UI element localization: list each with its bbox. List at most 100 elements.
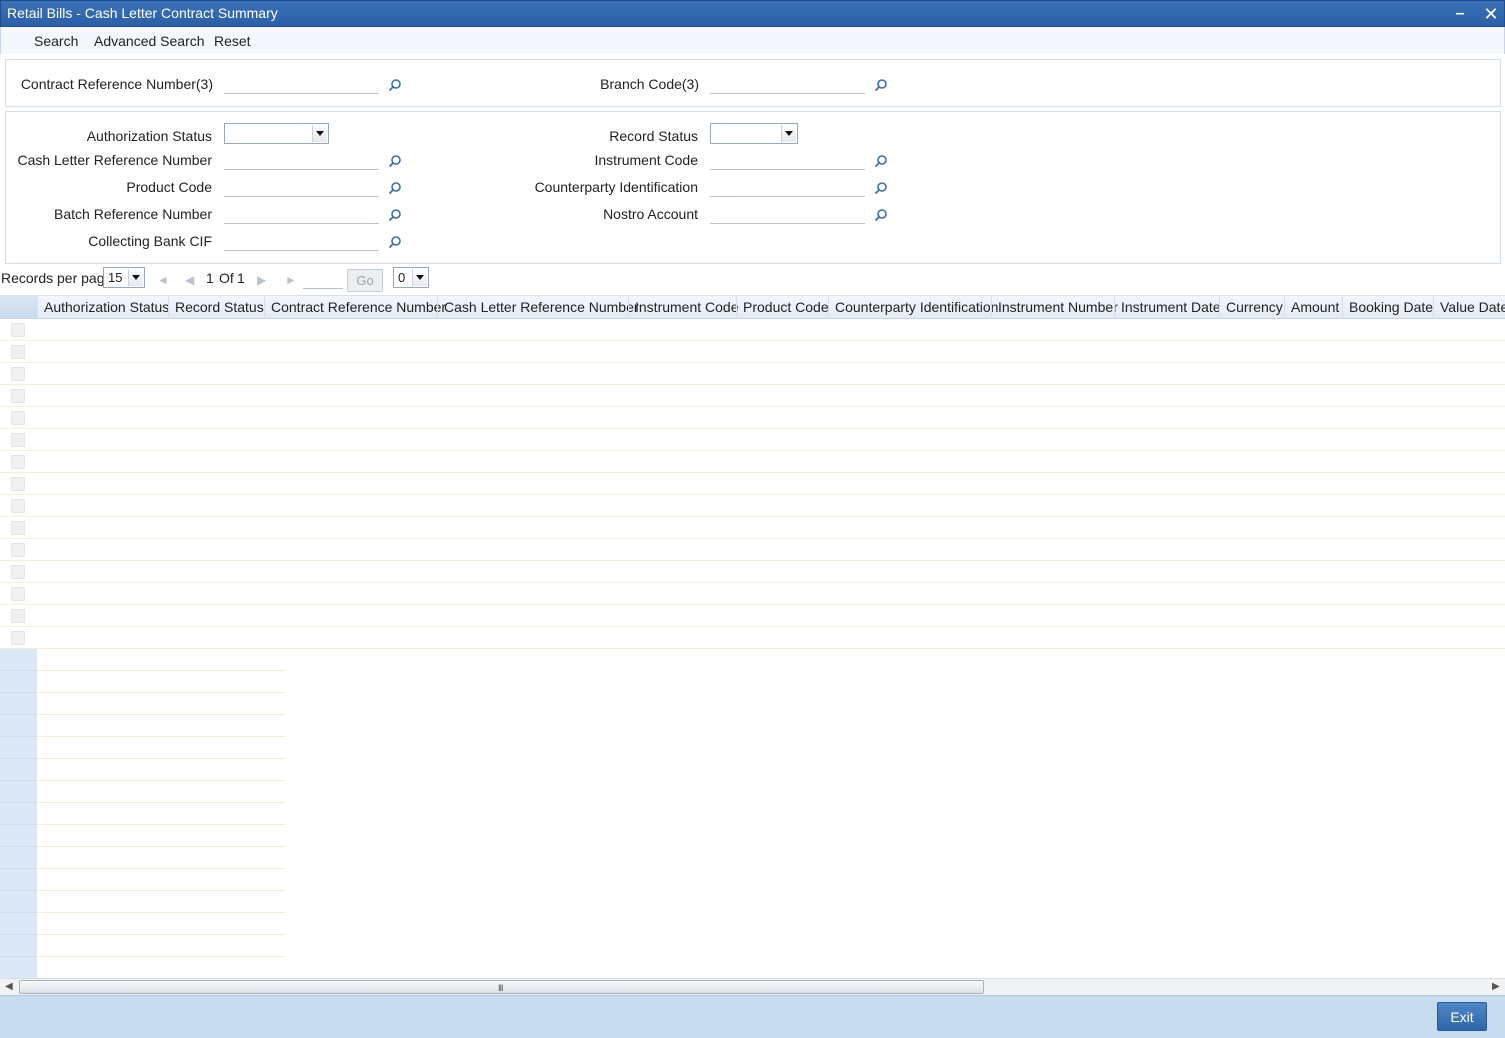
horizontal-scrollbar[interactable]: ◀ III ▶ — [0, 978, 1505, 995]
advanced-search-button[interactable]: Advanced Search — [94, 33, 205, 49]
row-selector — [0, 759, 37, 781]
nostro-account-input[interactable] — [710, 204, 865, 224]
product-code-input[interactable] — [224, 177, 379, 197]
row-body — [37, 759, 286, 781]
table-row[interactable] — [0, 605, 1505, 627]
search-button[interactable]: Search — [34, 33, 78, 49]
exit-button[interactable]: Exit — [1437, 1002, 1487, 1031]
instrument-code-search-icon[interactable] — [874, 154, 888, 168]
record-status-select[interactable] — [710, 123, 798, 144]
column-header[interactable]: Product Code — [736, 296, 829, 319]
collecting-bank-cif-label: Collecting Bank CIF — [88, 233, 212, 249]
table-row[interactable] — [0, 539, 1505, 561]
row-checkbox[interactable] — [11, 367, 25, 381]
reset-button[interactable]: Reset — [214, 33, 251, 49]
table-row[interactable] — [0, 385, 1505, 407]
first-page-icon[interactable]: ◄ — [157, 274, 169, 286]
row-checkbox[interactable] — [11, 521, 25, 535]
column-header[interactable]: Currency — [1219, 296, 1284, 319]
record-status-label: Record Status — [609, 128, 698, 144]
row-checkbox[interactable] — [11, 477, 25, 491]
column-header[interactable]: Instrument Date — [1114, 296, 1221, 319]
authorization-status-select[interactable] — [224, 123, 329, 144]
column-header[interactable]: Instrument Number — [991, 296, 1118, 319]
table-row[interactable] — [0, 473, 1505, 495]
table-row[interactable] — [0, 451, 1505, 473]
branch-code-search-icon[interactable] — [874, 78, 888, 92]
last-page-icon[interactable]: ► — [285, 274, 297, 286]
row-selector — [0, 715, 37, 737]
row-checkbox[interactable] — [11, 433, 25, 447]
extra-page-select[interactable]: 0 — [393, 267, 429, 288]
chevron-down-icon — [781, 125, 796, 142]
table-row[interactable] — [0, 627, 1505, 649]
table-row[interactable] — [0, 319, 1505, 341]
row-checkbox[interactable] — [11, 609, 25, 623]
close-button[interactable]: ✕ — [1481, 4, 1501, 24]
batch-ref-input[interactable] — [224, 204, 379, 224]
table-row[interactable] — [0, 341, 1505, 363]
previous-page-icon[interactable]: ◀ — [185, 274, 197, 286]
contract-ref-input[interactable] — [224, 74, 379, 94]
row-checkbox[interactable] — [11, 587, 25, 601]
select-all-cell[interactable] — [0, 296, 37, 319]
records-per-page-label: Records per page — [1, 270, 113, 286]
grid-header: Authorization Status Record Status Contrac… — [0, 295, 1505, 319]
column-header[interactable]: Cash Letter Reference Number — [437, 296, 639, 319]
scroll-left-icon[interactable]: ◀ — [5, 981, 13, 992]
authorization-status-label: Authorization Status — [86, 128, 212, 144]
row-body — [37, 781, 286, 803]
column-header[interactable]: Contract Reference Number — [264, 296, 446, 319]
go-button[interactable]: Go — [347, 269, 383, 292]
scroll-right-icon[interactable]: ▶ — [1492, 981, 1500, 992]
column-header[interactable]: Amount — [1284, 296, 1342, 319]
counterparty-id-label: Counterparty Identification — [534, 179, 698, 195]
row-selector — [0, 649, 37, 671]
table-row[interactable] — [0, 495, 1505, 517]
cash-letter-ref-label: Cash Letter Reference Number — [17, 152, 212, 168]
column-header[interactable]: Authorization Status — [37, 296, 169, 319]
table-row[interactable] — [0, 561, 1505, 583]
cash-letter-ref-input[interactable] — [224, 150, 379, 170]
scrollbar-thumb[interactable]: III — [19, 980, 984, 994]
row-checkbox[interactable] — [11, 411, 25, 425]
column-header[interactable]: Booking Date — [1342, 296, 1433, 319]
row-checkbox[interactable] — [11, 631, 25, 645]
empty-row — [0, 891, 286, 913]
row-body — [37, 825, 286, 847]
row-body — [37, 715, 286, 737]
collecting-bank-cif-input[interactable] — [224, 231, 379, 251]
collecting-bank-cif-search-icon[interactable] — [388, 235, 402, 249]
counterparty-id-input[interactable] — [710, 177, 865, 197]
contract-ref-search-icon[interactable] — [388, 78, 402, 92]
column-header[interactable]: Record Status — [168, 296, 264, 319]
column-header[interactable]: Instrument Code — [628, 296, 739, 319]
row-checkbox[interactable] — [11, 389, 25, 403]
row-checkbox[interactable] — [11, 323, 25, 337]
branch-code-input[interactable] — [710, 74, 865, 94]
nostro-account-search-icon[interactable] — [874, 208, 888, 222]
row-checkbox[interactable] — [11, 345, 25, 359]
row-checkbox[interactable] — [11, 499, 25, 513]
next-page-icon[interactable]: ▶ — [257, 274, 269, 286]
instrument-code-input[interactable] — [710, 150, 865, 170]
empty-row — [0, 715, 286, 737]
counterparty-id-search-icon[interactable] — [874, 181, 888, 195]
column-header[interactable]: Value Date — [1433, 296, 1505, 319]
goto-page-input[interactable] — [303, 269, 343, 289]
minimize-button[interactable]: – — [1450, 4, 1470, 24]
table-row[interactable] — [0, 429, 1505, 451]
table-row[interactable] — [0, 407, 1505, 429]
row-selector — [0, 803, 37, 825]
product-code-search-icon[interactable] — [388, 181, 402, 195]
records-per-page-select[interactable]: 15 — [103, 267, 145, 288]
table-row[interactable] — [0, 363, 1505, 385]
table-row[interactable] — [0, 583, 1505, 605]
row-checkbox[interactable] — [11, 543, 25, 557]
table-row[interactable] — [0, 517, 1505, 539]
batch-ref-search-icon[interactable] — [388, 208, 402, 222]
row-checkbox[interactable] — [11, 565, 25, 579]
cash-letter-ref-search-icon[interactable] — [388, 154, 402, 168]
row-checkbox[interactable] — [11, 455, 25, 469]
column-header[interactable]: Counterparty Identification — [828, 296, 998, 319]
